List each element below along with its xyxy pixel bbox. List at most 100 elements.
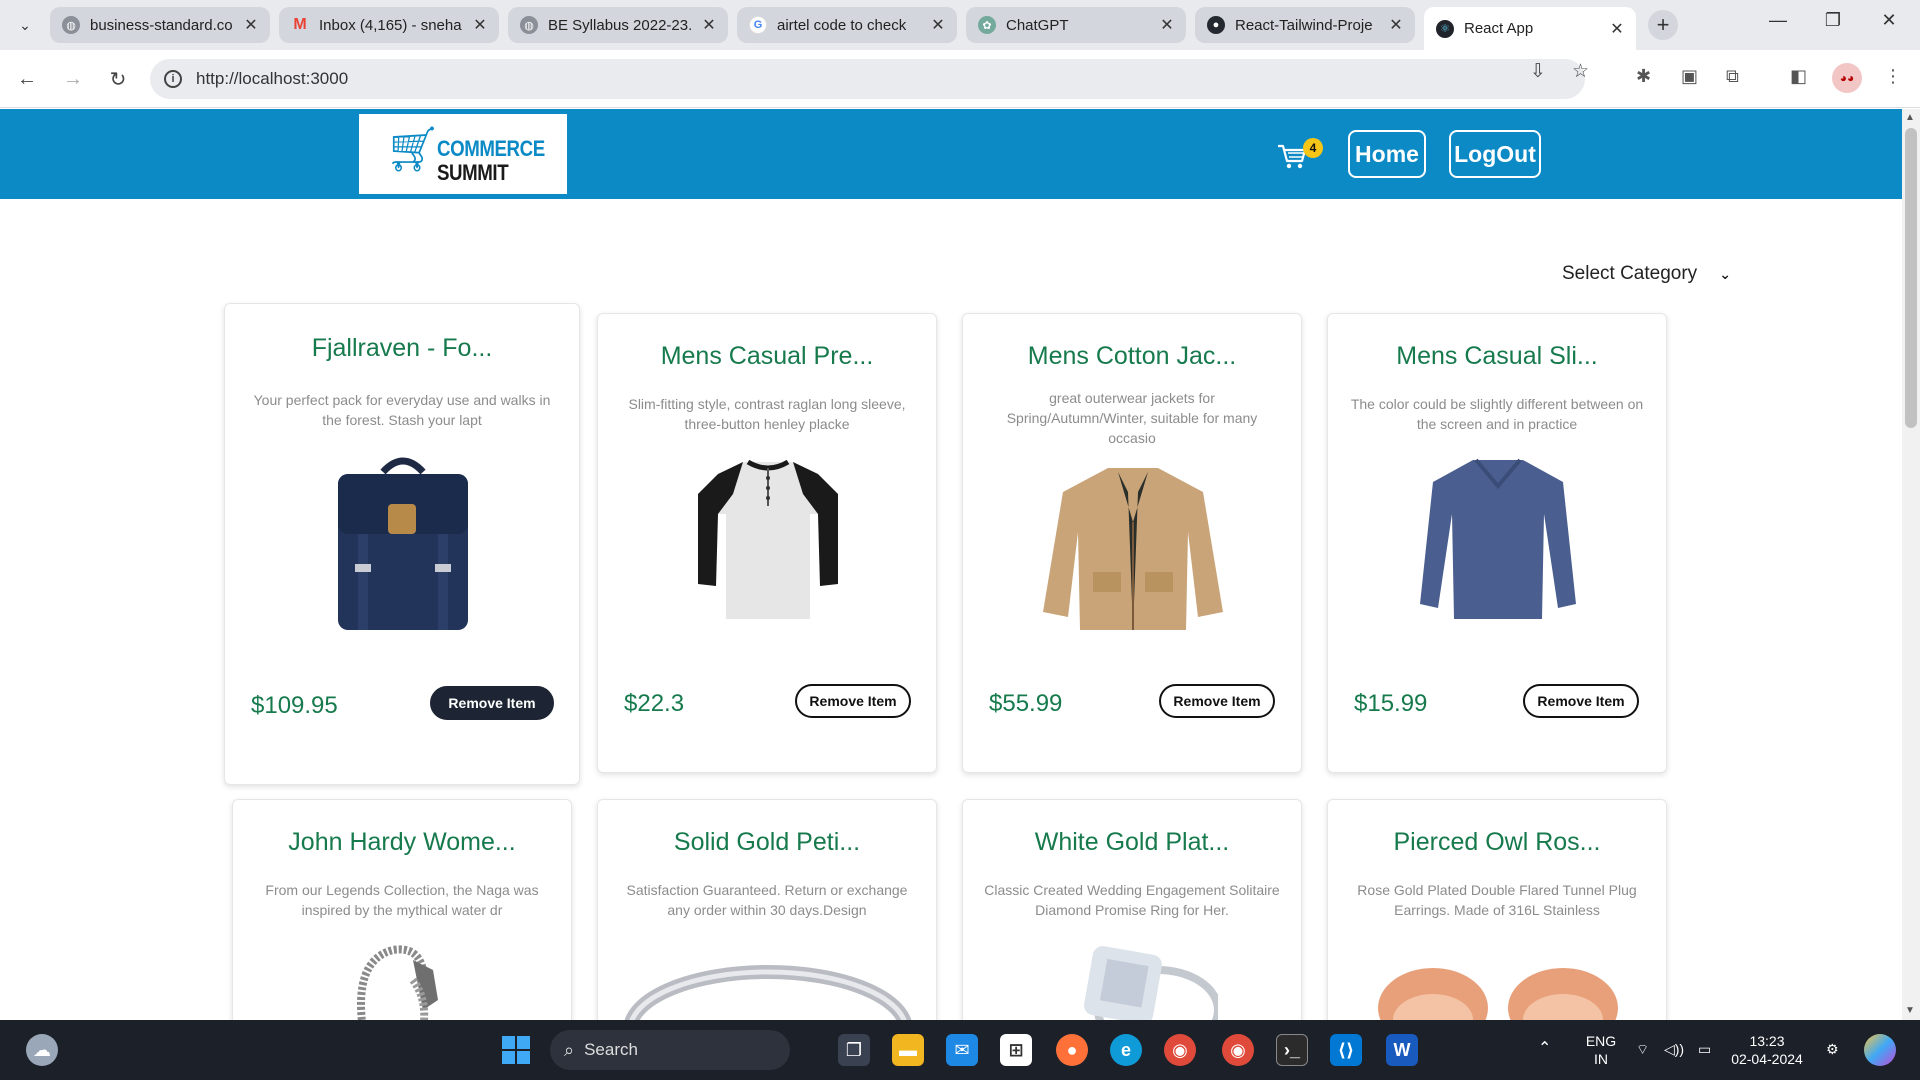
brand-logo[interactable]: 🛒︎ COMMERCE SUMMIT [359,114,567,194]
tab-search-chevron-icon[interactable]: ⌄ [12,12,38,38]
close-icon[interactable]: ✕ [1387,15,1405,35]
back-arrow-icon[interactable]: ← [12,64,42,94]
scrollbar-thumb[interactable] [1905,128,1917,428]
product-card: Pierced Owl Ros... Rose Gold Plated Doub… [1327,799,1667,1020]
install-app-icon[interactable]: ⇩ [1530,60,1546,83]
forward-arrow-icon[interactable]: → [58,64,88,94]
file-explorer-icon[interactable]: ▬ [892,1034,924,1066]
taskbar-search[interactable]: ⌕ Search [550,1030,790,1070]
category-select[interactable]: Select Category ⌄ [1562,263,1731,285]
profile-avatar[interactable]: ◕◕ [1832,63,1862,93]
product-title: Solid Gold Peti... [673,828,861,856]
home-button[interactable]: Home [1348,130,1426,178]
vscode-icon[interactable]: ⟨⟩ [1330,1034,1362,1066]
cart-count-badge: 4 [1303,138,1323,158]
site-info-icon[interactable]: i [164,70,182,88]
brand-line-1: COMMERCE [437,136,545,161]
product-price: $15.99 [1354,690,1428,717]
edge-icon[interactable]: e [1110,1034,1142,1066]
copilot-icon[interactable] [1864,1034,1896,1066]
github-icon: ● [1207,16,1225,34]
tab-airtel-search[interactable]: G airtel code to check ✕ [737,7,957,43]
product-price: $55.99 [989,690,1063,717]
reload-icon[interactable]: ↻ [103,64,133,94]
close-icon[interactable]: ✕ [700,15,718,35]
product-price: $109.95 [251,692,338,719]
chatgpt-icon: ✿ [978,16,996,34]
tab-github-repo[interactable]: ● React-Tailwind-Proje ✕ [1195,7,1415,43]
word-icon[interactable]: W [1386,1034,1418,1066]
address-bar[interactable]: i http://localhost:3000 [150,59,1585,99]
scroll-down-icon[interactable]: ▼ [1905,1005,1915,1016]
terminal-icon[interactable]: ›_ [1276,1034,1308,1066]
remove-item-button[interactable]: Remove Item [430,686,554,720]
side-panel-icon[interactable]: ◧ [1790,66,1807,87]
url-text: http://localhost:3000 [196,69,349,88]
restore-icon[interactable]: ❐ [1810,10,1856,31]
tab-gmail-inbox[interactable]: M Inbox (4,165) - sneha ✕ [279,7,499,43]
extension-bug-icon[interactable]: ✱ [1636,66,1651,87]
cart-button[interactable]: 4 [1277,136,1323,172]
extensions-puzzle-icon[interactable]: ⧉ [1726,66,1739,87]
weather-icon[interactable]: ☁ [26,1034,58,1066]
scroll-up-icon[interactable]: ▲ [1905,112,1915,123]
product-title: John Hardy Wome... [288,828,516,856]
chrome-dev-icon[interactable]: ◉ [1164,1034,1196,1066]
tab-business-standard[interactable]: ◍ business-standard.co ✕ [50,7,270,43]
product-card: John Hardy Wome... From our Legends Coll… [232,799,572,1020]
globe-icon: ◍ [520,16,538,34]
product-card: Solid Gold Peti... Satisfaction Guarante… [597,799,937,1020]
firefox-icon[interactable]: ● [1056,1034,1088,1066]
window-close-icon[interactable]: ✕ [1866,10,1912,31]
product-card: Mens Casual Sli... The color could be sl… [1327,313,1667,773]
product-title: Mens Casual Sli... [1396,342,1598,370]
store-icon[interactable]: ⊞ [1000,1034,1032,1066]
product-description: Rose Gold Plated Double Flared Tunnel Pl… [1357,882,1637,918]
close-icon[interactable]: ✕ [242,15,260,35]
wifi-icon[interactable]: ⌔ [1636,1040,1649,1058]
browser-menu-icon[interactable]: ⋮ [1884,66,1902,87]
browser-toolbar: ← → ↻ i http://localhost:3000 ⇩ ☆ ✱ ▣ ⧉ … [0,50,1920,108]
close-icon[interactable]: ✕ [1158,15,1176,35]
tab-chatgpt[interactable]: ✿ ChatGPT ✕ [966,7,1186,43]
chrome-icon[interactable]: ◉ [1222,1034,1254,1066]
product-card: Mens Casual Pre... Slim-fitting style, c… [597,313,937,773]
product-image-earrings [1378,968,1618,1020]
tab-be-syllabus[interactable]: ◍ BE Syllabus 2022-23. ✕ [508,7,728,43]
product-title: White Gold Plat... [1034,828,1230,856]
remove-item-button[interactable]: Remove Item [1159,684,1275,718]
product-description: great outerwear jackets for Spring/Autum… [1006,390,1258,446]
battery-icon[interactable]: ▭ [1698,1040,1711,1058]
tab-react-app[interactable]: ⚛ React App ✕ [1424,7,1636,50]
remove-item-button[interactable]: Remove Item [795,684,911,718]
windows-start-icon[interactable] [500,1034,532,1066]
react-icon: ⚛ [1436,19,1454,38]
volume-icon[interactable]: ◁)) [1664,1040,1684,1058]
google-icon: G [749,16,767,34]
mail-icon[interactable]: ✉ [946,1034,978,1066]
product-card: White Gold Plat... Classic Created Weddi… [962,799,1302,1020]
minimize-icon[interactable]: — [1755,10,1801,31]
close-icon[interactable]: ✕ [471,15,489,35]
language-indicator[interactable]: ENG IN [1580,1032,1622,1068]
windows-taskbar: ☁ ⌕ Search ❐ ▬ ✉ ⊞ ● e ◉ ◉ ›_ ⟨⟩ W ⌃ ENG… [0,1020,1920,1080]
logout-button[interactable]: LogOut [1449,130,1541,178]
product-title: Mens Casual Pre... [660,342,874,370]
app-navbar: 🛒︎ COMMERCE SUMMIT 4 Home LogOut [0,109,1902,199]
close-icon[interactable]: ✕ [929,15,947,35]
new-tab-button[interactable]: + [1648,10,1678,40]
settings-icon[interactable]: ⚙ [1826,1040,1839,1058]
extension-media-icon[interactable]: ▣ [1681,66,1698,87]
task-view-icon[interactable]: ❐ [838,1034,870,1066]
product-image-raglan-shirt [698,459,838,619]
product-description: The color could be slightly different be… [1350,396,1644,432]
logo-cart-icon: 🛒︎ [385,125,441,174]
bookmark-star-icon[interactable]: ☆ [1572,60,1589,83]
clock[interactable]: 13:23 02-04-2024 [1724,1032,1810,1068]
remove-item-button[interactable]: Remove Item [1523,684,1639,718]
chevron-up-icon[interactable]: ⌃ [1538,1040,1551,1058]
product-description: Your perfect pack for everyday use and w… [253,392,551,428]
globe-icon: ◍ [62,16,80,34]
chevron-down-icon: ⌄ [1719,265,1731,282]
close-icon[interactable]: ✕ [1608,19,1626,39]
